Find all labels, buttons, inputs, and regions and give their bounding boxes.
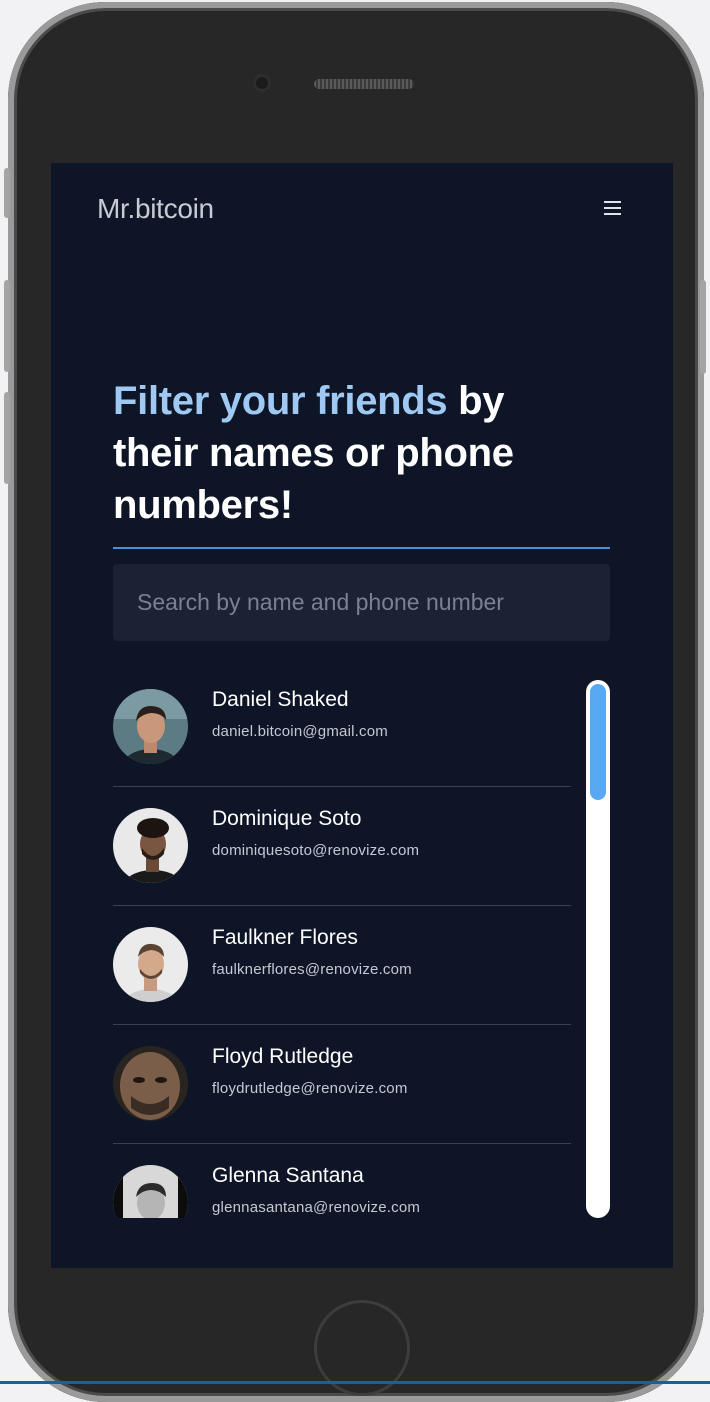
contact-name: Faulkner Flores <box>212 926 358 949</box>
app-screen: Mr.bitcoin Filter your friends by their … <box>51 163 673 1268</box>
contact-item[interactable]: Floyd Rutledge floydrutledge@renovize.co… <box>113 1025 571 1144</box>
speaker-grille <box>314 79 414 89</box>
title-divider <box>113 547 610 549</box>
contact-email: glennasantana@renovize.com <box>212 1199 421 1216</box>
contact-email: dominiquesoto@renovize.com <box>212 842 420 859</box>
contact-name: Floyd Rutledge <box>212 1045 354 1068</box>
camera-icon <box>253 74 271 92</box>
avatar <box>113 689 188 764</box>
contact-email: faulknerflores@renovize.com <box>212 961 412 978</box>
contact-item[interactable]: Dominique Soto dominiquesoto@renovize.co… <box>113 787 571 906</box>
contact-item[interactable]: Glenna Santana glennasantana@renovize.co… <box>113 1144 571 1218</box>
contact-name: Daniel Shaked <box>212 688 349 711</box>
contact-email: daniel.bitcoin@gmail.com <box>212 723 388 740</box>
avatar <box>113 1165 188 1218</box>
contact-item[interactable]: Faulkner Flores faulknerflores@renovize.… <box>113 906 571 1025</box>
brand-logo[interactable]: Mr.bitcoin <box>97 193 214 225</box>
contact-list-scrollbar[interactable] <box>586 680 610 1218</box>
avatar <box>113 927 188 1002</box>
contact-item[interactable]: Daniel Shaked daniel.bitcoin@gmail.com <box>113 668 571 787</box>
mute-switch <box>4 168 10 218</box>
hamburger-menu-icon[interactable] <box>604 200 621 216</box>
search-input[interactable] <box>113 564 610 641</box>
power-button <box>700 280 706 374</box>
volume-up-button <box>4 280 10 372</box>
phone-frame: Mr.bitcoin Filter your friends by their … <box>8 2 704 1402</box>
volume-down-button <box>4 392 10 484</box>
contact-email: floydrutledge@renovize.com <box>212 1080 408 1097</box>
contact-name: Dominique Soto <box>212 807 362 830</box>
headline-highlight: Filter your friends <box>113 379 448 423</box>
scrollbar-thumb[interactable] <box>590 684 606 800</box>
page-title: Filter your friends by their names or ph… <box>113 375 583 531</box>
avatar <box>113 1046 188 1121</box>
contact-list: Daniel Shaked daniel.bitcoin@gmail.com D… <box>113 668 571 1218</box>
avatar <box>113 808 188 883</box>
contact-name: Glenna Santana <box>212 1164 364 1187</box>
